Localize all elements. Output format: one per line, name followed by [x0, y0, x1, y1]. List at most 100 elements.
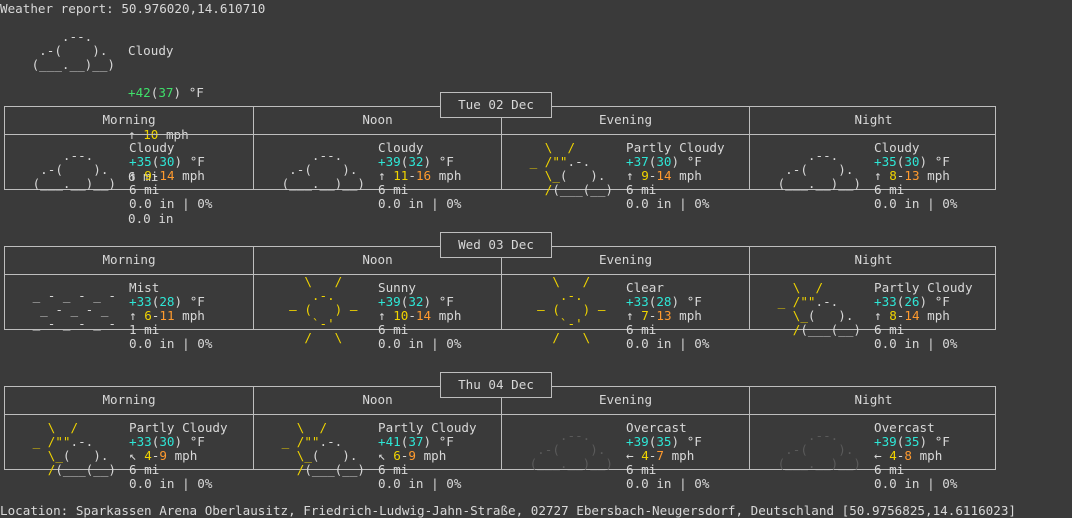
period-visibility: 6 mi — [129, 182, 160, 197]
period-temperature: +37(30) °F — [626, 154, 702, 169]
period-wind: ↑ 6-11 mph — [129, 308, 205, 323]
period-condition: Overcast — [626, 420, 687, 435]
period-temp: +35 — [874, 154, 897, 169]
period-feels: 28 — [656, 294, 672, 309]
wind-high: 16 — [415, 168, 432, 183]
period-visibility: 6 mi — [378, 462, 409, 477]
wind-low: 6 — [393, 448, 401, 463]
wind-unit: mph — [438, 308, 462, 323]
period-condition: Partly Cloudy — [874, 280, 973, 295]
period-cell: \ / _ /"".-. \_( ). /(___(__) Partly Clo… — [5, 415, 253, 491]
period-precip: 0.0 in | 0% — [378, 476, 462, 491]
wind-low: 9 — [144, 168, 152, 183]
wind-low: 6 — [144, 308, 152, 323]
period-visibility: 6 mi — [378, 322, 409, 337]
period-feels: 30 — [656, 154, 672, 169]
wind-arrow-icon: ↑ — [874, 168, 882, 183]
overcast-weather-icon: .--. .-( ). (___.__)__) — [777, 428, 861, 471]
period-feels: 32 — [408, 154, 424, 169]
wind-high: 13 — [904, 168, 920, 183]
wind-arrow-icon: ↑ — [129, 168, 137, 183]
day-date-label: Tue 02 Dec — [440, 92, 552, 118]
period-precip: 0.0 in | 0% — [129, 196, 213, 211]
period-unit: °F — [934, 154, 950, 169]
period-temp: +39 — [378, 294, 401, 309]
sunny-weather-icon: \ / .-. ― ( ) ― `-' / \ — [289, 274, 358, 345]
period-condition: Sunny — [378, 280, 416, 295]
period-info: Cloudy +35(30) °F ↑ 8-13 mph 6 mi 0.0 in | 0… — [874, 141, 957, 211]
partly-weather-icon: \ / _ /"".-. \_( ). /(___(__) — [274, 420, 373, 477]
period-condition: Partly Cloudy — [626, 140, 725, 155]
period-feels: 26 — [904, 294, 920, 309]
wind-unit: mph — [174, 448, 198, 463]
period-condition: Partly Cloudy — [129, 420, 228, 435]
period-wind: ↑ 10-14 mph — [378, 308, 462, 323]
period-temperature: +33(30) °F — [129, 434, 205, 449]
current-precip: 0.0 in — [128, 211, 174, 226]
period-cell: \ / _ /"".-. \_( ). /(___(__) Partly Clo… — [254, 415, 502, 491]
wind-arrow-icon: ↑ — [626, 168, 634, 183]
period-temperature: +41(37) °F — [378, 434, 454, 449]
period-info: Partly Cloudy +33(30) °F ↖ 4-9 mph 6 mi 0.0 … — [129, 421, 228, 491]
period-unit: °F — [934, 434, 950, 449]
location-footer: Location: Sparkassen Arena Oberlausitz, … — [0, 503, 1016, 518]
period-info: Overcast +39(35) °F ← 4-7 mph 6 mi 0.0 in | … — [626, 421, 709, 491]
period-condition: Overcast — [874, 420, 935, 435]
period-info: Partly Cloudy +41(37) °F ↖ 6-9 mph 6 mi 0.0 … — [378, 421, 477, 491]
period-temperature: +33(26) °F — [874, 294, 950, 309]
wind-low: 4 — [144, 448, 152, 463]
wind-high: 9 — [159, 448, 167, 463]
period-temperature: +39(35) °F — [874, 434, 950, 449]
period-visibility: 6 mi — [626, 462, 657, 477]
period-precip: 0.0 in | 0% — [378, 336, 462, 351]
period-feels: 37 — [408, 434, 424, 449]
period-temp: +33 — [626, 294, 649, 309]
day-date-label: Wed 03 Dec — [440, 232, 552, 258]
period-temperature: +33(28) °F — [626, 294, 702, 309]
period-precip: 0.0 in | 0% — [626, 336, 710, 351]
period-condition: Partly Cloudy — [378, 420, 477, 435]
period-feels: 30 — [159, 434, 175, 449]
period-unit: °F — [438, 434, 454, 449]
period-wind: ↑ 8-13 mph — [874, 168, 950, 183]
period-temp: +39 — [874, 434, 897, 449]
wind-arrow-icon: ← — [874, 448, 882, 463]
wind-arrow-icon: ↑ — [129, 308, 137, 323]
period-wind: ↖ 4-9 mph — [129, 448, 198, 463]
wind-low: 8 — [889, 308, 897, 323]
period-wind: ↑ 9-14 mph — [129, 168, 205, 183]
wind-unit: mph — [919, 448, 943, 463]
period-unit: °F — [934, 294, 950, 309]
period-cell: .--. .-( ). (___.__)__) Cloudy +35(30) °F… — [750, 135, 998, 211]
wind-high: 14 — [159, 168, 175, 183]
wind-unit: mph — [438, 168, 462, 183]
period-visibility: 6 mi — [378, 182, 409, 197]
period-temperature: +39(35) °F — [626, 434, 702, 449]
wind-arrow-icon: ↑ — [378, 168, 386, 183]
period-precip: 0.0 in | 0% — [874, 336, 958, 351]
period-feels: 30 — [159, 154, 175, 169]
wind-low: 8 — [889, 168, 897, 183]
overcast-weather-icon: .--. .-( ). (___.__)__) — [529, 428, 613, 471]
cloudy-weather-icon: .--. .-( ). (___.__)__) — [32, 148, 116, 191]
period-feels: 35 — [904, 434, 920, 449]
mist-weather-icon: _ - _ - _ - _ - _ - _ _ - _ - _ - — [32, 288, 116, 331]
period-temp: +33 — [129, 294, 152, 309]
period-wind: ← 4-8 mph — [874, 448, 943, 463]
period-precip: 0.0 in | 0% — [378, 196, 462, 211]
wind-low: 11 — [393, 168, 409, 183]
day-date-label: Thu 04 Dec — [440, 372, 552, 398]
period-cell: \ / _ /"".-. \_( ). /(___(__) Partly Clo… — [502, 135, 750, 211]
wind-unit: mph — [927, 168, 950, 183]
wind-low: 4 — [641, 448, 649, 463]
wind-arrow-icon: ↖ — [378, 448, 386, 463]
period-temperature: +33(28) °F — [129, 294, 205, 309]
period-precip: 0.0 in | 0% — [874, 476, 958, 491]
period-visibility: 1 mi — [129, 322, 160, 337]
period-temp: +35 — [129, 154, 152, 169]
period-info: Overcast +39(35) °F ← 4-8 mph 6 mi 0.0 in | … — [874, 421, 957, 491]
period-temperature: +35(30) °F — [129, 154, 205, 169]
current-unit: °F — [188, 85, 204, 100]
partly-weather-icon: \ / _ /"".-. \_( ). /(___(__) — [522, 140, 621, 197]
wind-unit: mph — [927, 308, 950, 323]
